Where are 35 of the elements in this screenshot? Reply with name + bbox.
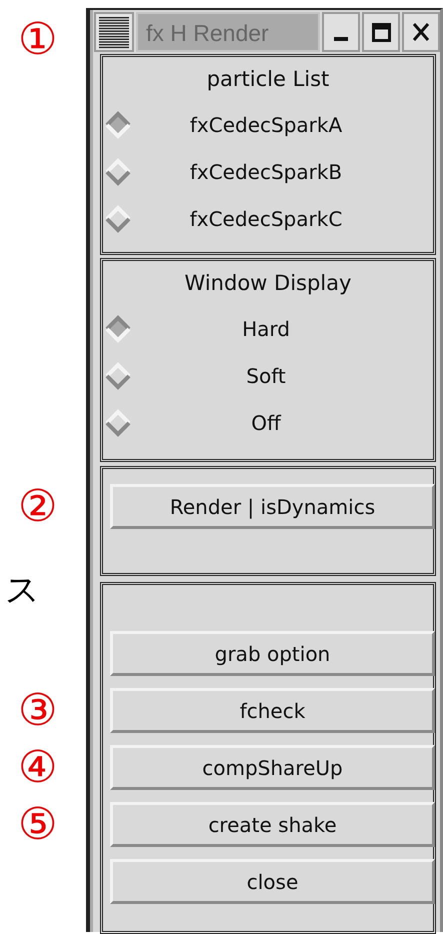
action-button[interactable]: compShareUp — [110, 745, 435, 790]
close-button[interactable] — [402, 12, 440, 52]
radio-button[interactable] — [103, 156, 133, 186]
radio-label: fxCedecSparkC — [188, 206, 344, 232]
maximize-icon — [372, 22, 390, 42]
group-title: Window Display — [184, 270, 352, 297]
annotation-number: ③ — [18, 688, 58, 732]
action-button[interactable]: fcheck — [110, 688, 435, 733]
radio-label: Soft — [245, 362, 287, 390]
radio-button[interactable] — [103, 110, 133, 140]
annotation-number: ① — [18, 18, 58, 62]
radio-label: fxCedecSparkB — [188, 158, 344, 186]
radio-label: fxCedecSparkA — [188, 112, 344, 138]
action-button[interactable]: grab option — [110, 631, 435, 676]
maximize-button[interactable] — [362, 12, 400, 52]
radio-label: Off — [250, 410, 282, 436]
radio-button[interactable] — [103, 360, 133, 390]
action-button[interactable]: Render | isDynamics — [110, 484, 435, 529]
side-text: ス — [5, 573, 40, 607]
radio-label: Hard — [241, 316, 291, 342]
annotation-number: ② — [18, 484, 58, 528]
radio-button[interactable] — [103, 204, 133, 234]
window-title: fx H Render — [136, 12, 320, 52]
radio-button[interactable] — [103, 408, 133, 438]
action-button[interactable]: close — [110, 859, 435, 904]
group-title: particle List — [206, 66, 330, 93]
menu-icon — [97, 15, 131, 49]
annotation-number: ⑤ — [18, 802, 58, 846]
annotation-number: ④ — [18, 746, 58, 790]
radio-button[interactable] — [103, 314, 133, 344]
window-menu-button[interactable] — [94, 12, 134, 52]
minimize-button[interactable] — [322, 12, 360, 52]
close-icon — [413, 23, 429, 41]
minimize-icon — [334, 37, 348, 41]
action-button[interactable]: create shake — [110, 802, 435, 847]
